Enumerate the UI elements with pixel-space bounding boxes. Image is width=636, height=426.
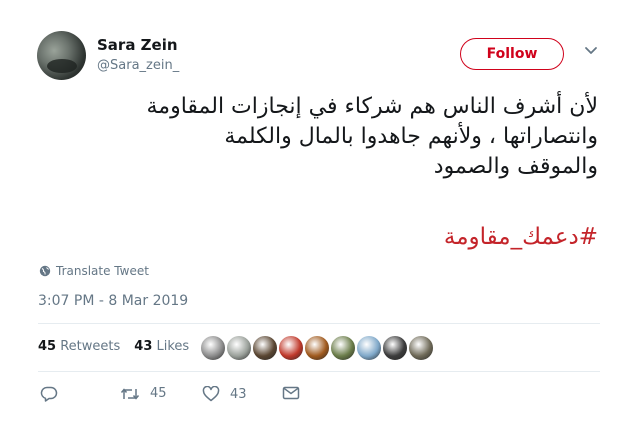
chevron-down-icon[interactable] — [584, 46, 598, 56]
divider — [38, 371, 600, 372]
globe-icon — [39, 265, 51, 277]
tweet-text-line: وانتصاراتها ، ولأنهم جاهدوا بالمال والكل… — [224, 124, 598, 149]
liker-avatar-2[interactable] — [225, 334, 253, 362]
liker-avatar-4[interactable] — [277, 334, 305, 362]
heart-icon — [202, 386, 220, 402]
follow-button[interactable]: Follow — [460, 38, 564, 70]
hashtag-link[interactable]: #دعمك_مقاومة — [444, 224, 598, 250]
translate-label: Translate Tweet — [56, 264, 149, 278]
likes-label: Likes — [156, 339, 190, 354]
profile-avatar[interactable] — [37, 31, 86, 80]
liker-avatar-7[interactable] — [355, 334, 383, 362]
retweets-label: Retweets — [60, 339, 121, 354]
direct-message-button[interactable] — [282, 386, 300, 400]
liker-avatar-3[interactable] — [251, 334, 279, 362]
retweet-icon — [120, 387, 140, 400]
retweets-stat[interactable]: 45 Retweets — [38, 339, 120, 354]
display-name[interactable]: Sara Zein — [97, 36, 178, 54]
like-button[interactable]: 43 — [202, 386, 247, 402]
retweet-button[interactable]: 45 — [120, 386, 167, 401]
liker-avatar-9[interactable] — [407, 334, 435, 362]
liker-avatar-5[interactable] — [303, 334, 331, 362]
likes-count: 43 — [134, 339, 153, 354]
tweet-text-line: والموقف والصمود — [433, 154, 598, 179]
translate-tweet-link[interactable]: Translate Tweet — [39, 264, 149, 278]
retweets-count: 45 — [38, 339, 57, 354]
like-action-count: 43 — [230, 386, 247, 402]
user-handle[interactable]: @Sara_zein_ — [97, 58, 179, 73]
reply-button[interactable] — [40, 386, 58, 402]
retweet-action-count: 45 — [150, 386, 167, 401]
divider — [38, 323, 600, 324]
liker-avatar-6[interactable] — [329, 334, 357, 362]
mail-icon — [282, 386, 300, 400]
avatar-shade — [47, 59, 77, 73]
liker-avatar-1[interactable] — [199, 334, 227, 362]
liker-avatar-8[interactable] — [381, 334, 409, 362]
likes-stat[interactable]: 43 Likes — [134, 339, 189, 354]
tweet-timestamp[interactable]: 3:07 PM - 8 Mar 2019 — [38, 293, 188, 309]
engagement-stats: 45 Retweets 43 Likes — [38, 339, 189, 354]
tweet-text-line: لأن أشرف الناس هم شركاء في إنجازات المقا… — [146, 94, 598, 119]
reply-icon — [40, 386, 58, 402]
tweet-text: لأن أشرف الناس هم شركاء في إنجازات المقا… — [38, 92, 598, 182]
